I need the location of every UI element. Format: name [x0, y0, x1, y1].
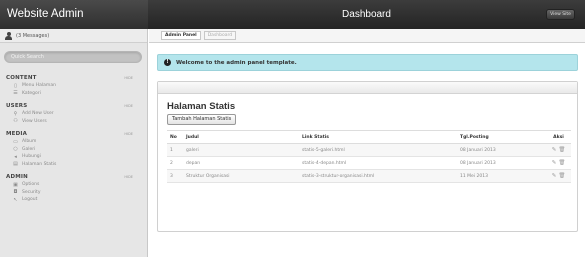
sidebar-section-title: MEDIA	[6, 130, 28, 137]
logout-icon: ↖	[13, 196, 18, 203]
tab-bar: Admin Panel Dashboard	[149, 29, 585, 43]
sidebar-item-security[interactable]: ◘ Security	[12, 189, 141, 197]
sidebar-item-view-users[interactable]: ⚇ View Users	[12, 118, 141, 126]
sidebar-section-title: USERS	[6, 102, 28, 109]
sidebar-item-add-new-user[interactable]: ⚲ Add New User	[12, 110, 141, 118]
panel-header	[158, 82, 577, 94]
sidebar-item-label: Add New User	[22, 111, 54, 117]
table-cell: statis-5-galeri.html	[299, 143, 457, 157]
section-hide-toggle[interactable]: HIDE	[124, 132, 133, 136]
delete-icon[interactable]: 🗑	[558, 147, 565, 153]
section-hide-toggle[interactable]: HIDE	[124, 76, 133, 80]
edit-icon[interactable]: ✎	[552, 173, 557, 179]
add-static-page-button[interactable]: Tambah Halaman Statis	[167, 114, 237, 125]
messages-bar[interactable]: (3 Messages)	[0, 29, 147, 43]
sidebar-item-menu-halaman[interactable]: ▯ Menu Halaman	[12, 82, 141, 90]
sidebar-item-halaman-statis[interactable]: ▤ Halaman Statis	[12, 161, 141, 169]
panel-title: Halaman Statis	[167, 101, 236, 112]
table-row: 1 galeri statis-5-galeri.html 08 Januari 20…	[167, 143, 571, 157]
folder-icon: ▭	[13, 138, 18, 145]
sidebar-item-kategori[interactable]: ☰ Kategori	[12, 90, 141, 98]
edit-icon[interactable]: ✎	[552, 160, 557, 166]
main-content: Admin Panel Dashboard ! Welcome to the a…	[149, 29, 585, 257]
table-cell: statis-4-depan.html	[299, 156, 457, 170]
search-input[interactable]: Quick Search	[4, 51, 142, 63]
user-add-icon: ⚲	[13, 110, 18, 117]
sidebar-item-album[interactable]: ▭ Album	[12, 138, 141, 146]
row-actions: ✎ 🗑	[543, 169, 571, 183]
sidebar-section-title: ADMIN	[6, 173, 28, 180]
list-icon: ☰	[13, 90, 18, 97]
table-cell: 2	[167, 156, 183, 170]
section-hide-toggle[interactable]: HIDE	[124, 104, 133, 108]
sidebar-item-options[interactable]: ▣ Options	[12, 181, 141, 189]
delete-icon[interactable]: 🗑	[558, 160, 565, 166]
sidebar-item-label: Halaman Statis	[22, 161, 57, 167]
circle-icon: ○	[13, 146, 18, 153]
sidebar: (3 Messages) Quick Search CONTENT HIDE ▯ Me…	[0, 29, 148, 257]
table-cell: statis-3-struktur-organisasi.html	[299, 169, 457, 183]
users-icon: ⚇	[13, 118, 18, 125]
sidebar-item-label: Hubungi	[22, 154, 41, 160]
column-header-link: Link Statis	[299, 130, 457, 144]
section-hide-toggle[interactable]: HIDE	[124, 175, 133, 179]
table-cell: 1	[167, 143, 183, 157]
page-icon: ▤	[13, 161, 18, 168]
sidebar-item-label: Options	[22, 182, 40, 188]
speaker-icon: ◂	[14, 153, 17, 160]
info-alert: ! Welcome to the admin panel template.	[157, 54, 578, 71]
sidebar-item-hubungi[interactable]: ◂ Hubungi	[12, 153, 141, 161]
sidebar-item-label: Logout	[22, 197, 38, 203]
top-bar: Website Admin Dashboard View Site	[0, 0, 585, 29]
user-icon	[5, 31, 12, 40]
content-panel: Halaman Statis Tambah Halaman Statis No …	[157, 81, 578, 232]
app-title[interactable]: Website Admin	[0, 0, 148, 29]
sidebar-item-label: Kategori	[22, 90, 41, 96]
options-icon: ▣	[13, 181, 18, 188]
view-site-button[interactable]: View Site	[546, 9, 575, 20]
sidebar-item-label: Album	[22, 139, 37, 145]
table-cell: Struktur Organisasi	[183, 169, 299, 183]
column-header-aksi: Aksi	[543, 130, 571, 144]
sidebar-item-label: Security	[22, 189, 41, 195]
sidebar-section-users: USERS HIDE ⚲ Add New User ⚇ View Users	[0, 101, 147, 125]
sidebar-section-content: CONTENT HIDE ▯ Menu Halaman ☰ Kategori	[0, 73, 147, 97]
sidebar-item-label: Menu Halaman	[22, 83, 56, 89]
sidebar-section-title: CONTENT	[6, 74, 37, 81]
document-icon: ▯	[14, 82, 17, 89]
table-row: 2 depan statis-4-depan.html 08 Januari 2013…	[167, 156, 571, 170]
header: Dashboard View Site	[148, 0, 585, 29]
row-actions: ✎ 🗑	[543, 143, 571, 157]
table-cell: 08 Januari 2013	[457, 156, 543, 170]
row-actions: ✎ 🗑	[543, 156, 571, 170]
page-title: Dashboard	[342, 9, 391, 20]
lock-icon: ◘	[13, 189, 18, 196]
column-header-judul: Judul	[183, 130, 299, 144]
sidebar-item-galeri[interactable]: ○ Galeri	[12, 146, 141, 154]
tab-admin-panel[interactable]: Admin Panel	[161, 31, 201, 40]
edit-icon[interactable]: ✎	[552, 147, 557, 153]
sidebar-item-label: View Users	[22, 118, 47, 124]
messages-link[interactable]: (3 Messages)	[16, 33, 49, 39]
table-cell: 08 Januari 2013	[457, 143, 543, 157]
info-icon: !	[164, 59, 171, 66]
table-cell: 3	[167, 169, 183, 183]
sidebar-item-logout[interactable]: ↖ Logout	[12, 196, 141, 204]
alert-text: Welcome to the admin panel template.	[176, 59, 297, 66]
delete-icon[interactable]: 🗑	[558, 173, 565, 179]
column-header-date: Tgl.Posting	[457, 130, 543, 144]
sidebar-section-admin: ADMIN HIDE ▣ Options ◘ Security ↖ Logout	[0, 172, 147, 204]
column-header-no: No	[167, 130, 183, 144]
tab-dashboard[interactable]: Dashboard	[203, 31, 237, 40]
table-cell: depan	[183, 156, 299, 170]
sidebar-section-media: MEDIA HIDE ▭ Album ○ Galeri ◂ Hubungi ▤ Halaman S…	[0, 129, 147, 168]
table-row: 3 Struktur Organisasi statis-3-struktur-or…	[167, 169, 571, 183]
static-pages-table: No Judul Link Statis Tgl.Posting Aksi 1g…	[167, 130, 571, 183]
sidebar-item-label: Galeri	[22, 146, 36, 152]
table-cell: 11 Mei 2013	[457, 169, 543, 183]
table-cell: galeri	[183, 143, 299, 157]
